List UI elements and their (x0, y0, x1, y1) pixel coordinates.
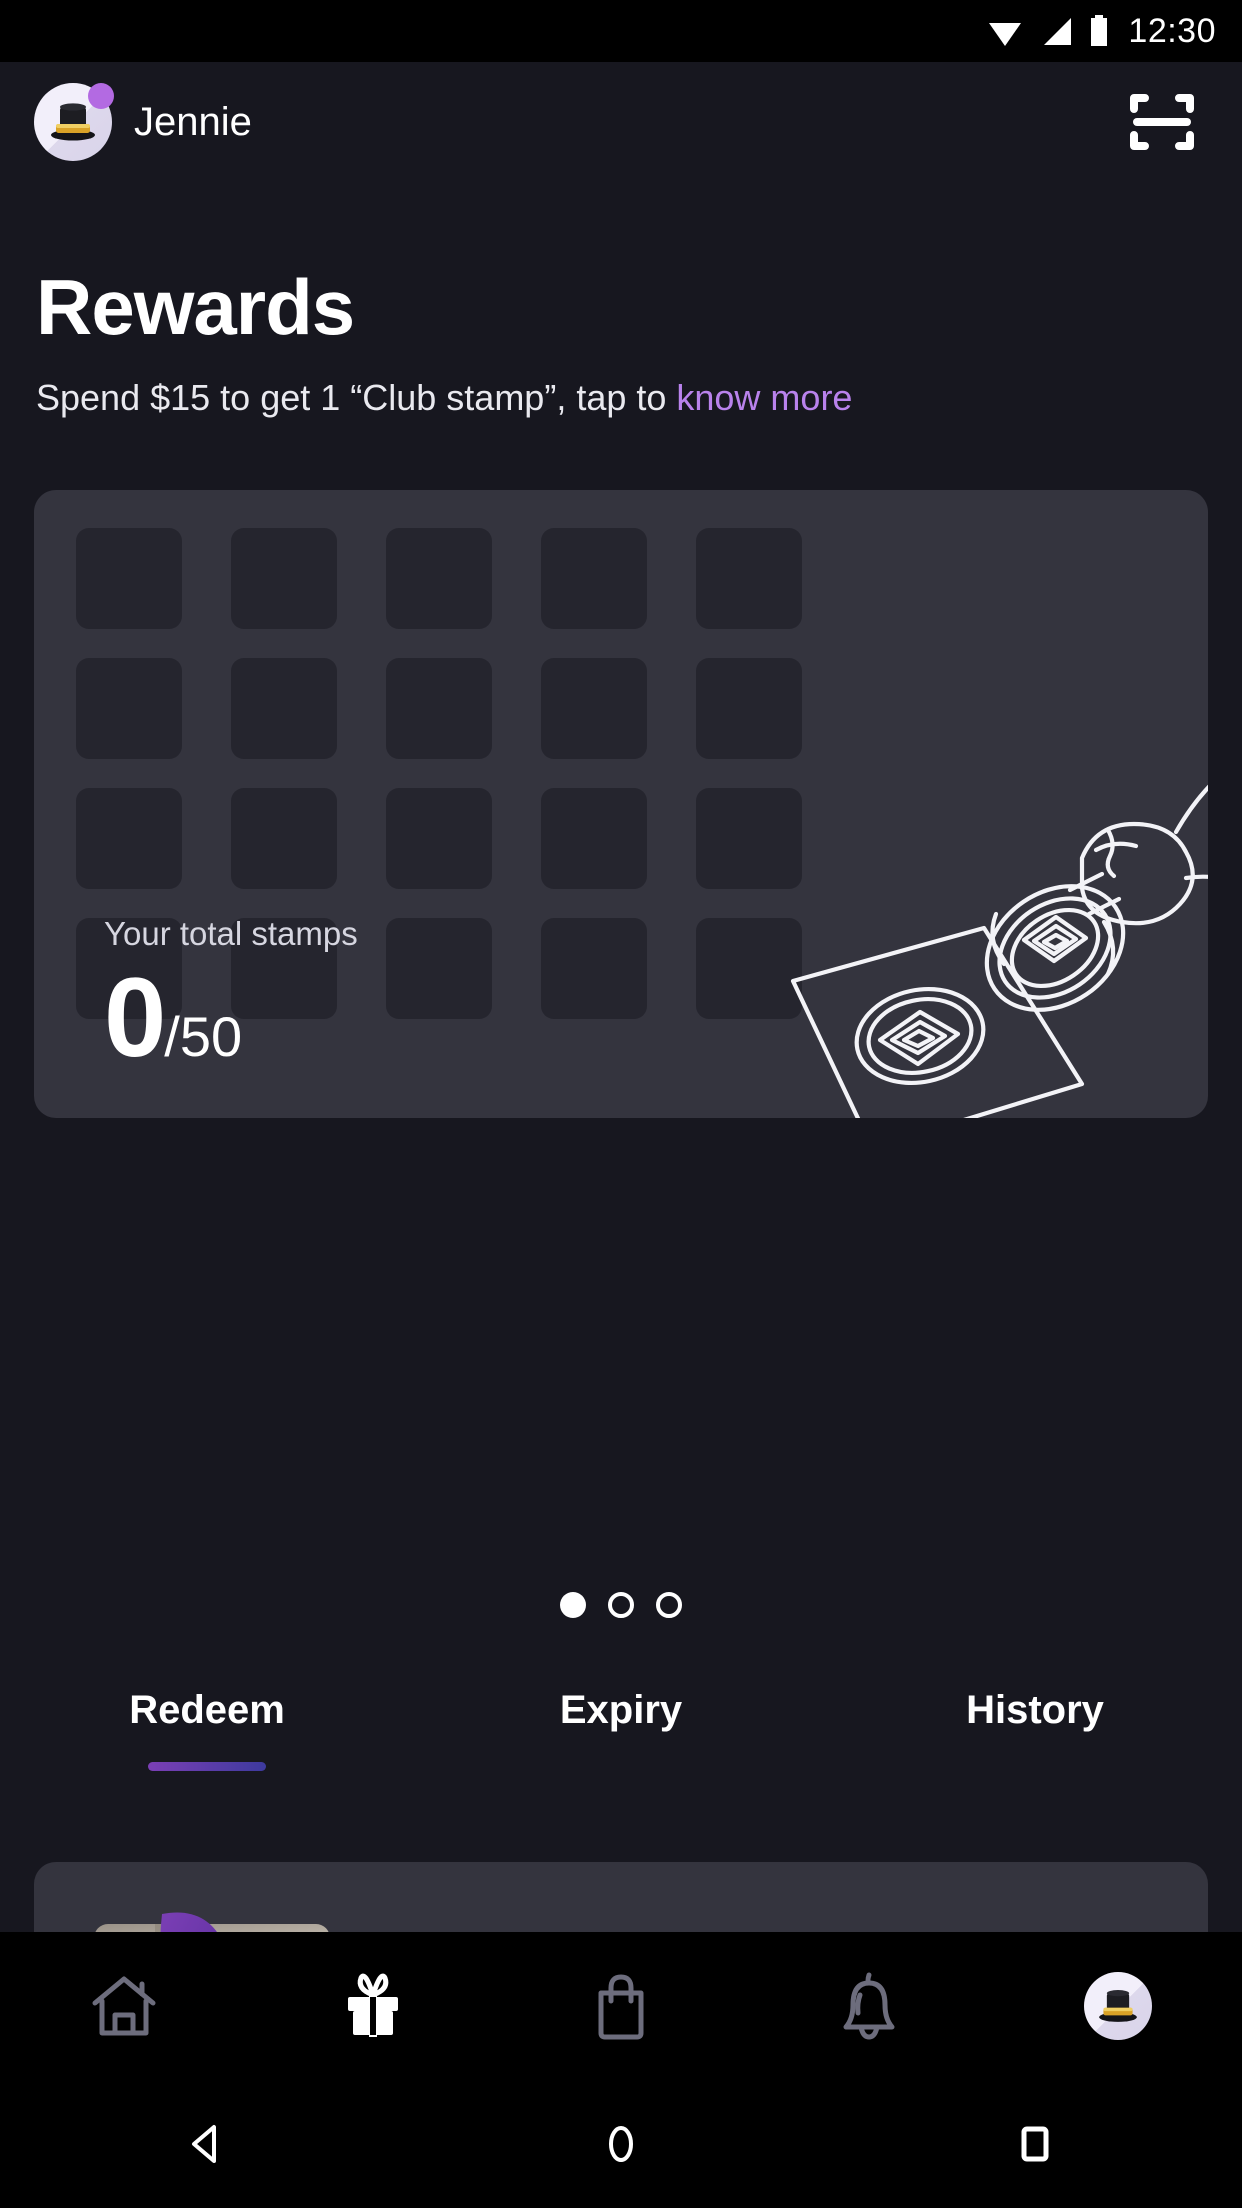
total-stamps-label: Your total stamps (104, 915, 358, 953)
stamp-slot (541, 528, 647, 629)
stamp-slot (76, 658, 182, 759)
recents-button-icon (1021, 2126, 1049, 2162)
back-button-icon (192, 2125, 216, 2163)
tab-active-underline (976, 1762, 1094, 1771)
app-header: Jennie (0, 62, 1242, 182)
stamp-card[interactable]: Your total stamps 0 /50 (34, 490, 1208, 1118)
nav-profile[interactable] (994, 1972, 1242, 2040)
profile-avatar-icon (1083, 1972, 1152, 2040)
stamp-slot (541, 918, 647, 1019)
stamp-slot (696, 788, 802, 889)
wifi-icon (989, 23, 1022, 46)
barcode-scan-icon (1130, 94, 1194, 150)
bell-icon (843, 1972, 895, 2040)
android-navigation-bar (0, 2080, 1242, 2208)
stamp-slot (231, 528, 337, 629)
stamp-slot (386, 528, 492, 629)
total-stamps-value: 0 /50 (104, 955, 358, 1081)
carousel-dot-1[interactable] (560, 1592, 586, 1618)
nav-notifications[interactable] (745, 1967, 993, 2045)
battery-icon (1091, 15, 1108, 46)
total-stamps-block: Your total stamps 0 /50 (104, 915, 358, 1081)
page-subtitle[interactable]: Spend $15 to get 1 “Club stamp”, tap to … (36, 375, 852, 420)
stamp-slot (541, 658, 647, 759)
user-name: Jennie (134, 100, 252, 144)
notification-dot-icon (88, 83, 114, 109)
home-icon (92, 1976, 156, 2036)
nav-shop[interactable] (497, 1967, 745, 2045)
barcode-scan-button[interactable] (1116, 76, 1208, 168)
status-bar: 12:30 (0, 0, 1242, 62)
carousel-dot-3[interactable] (656, 1592, 682, 1618)
android-home-button[interactable] (414, 2115, 828, 2173)
app-screen: 12:30 Jennie Rewards Spend $15 to get 1 … (0, 0, 1242, 2208)
stamps-count: 0 (104, 955, 166, 1081)
page-title: Rewards (36, 263, 355, 351)
status-bar-time: 12:30 (1128, 12, 1216, 50)
cellular-signal-icon (1044, 18, 1072, 45)
tab-expiry[interactable]: Expiry (414, 1690, 828, 1771)
tab-label: Redeem (129, 1688, 285, 1732)
tab-active-underline (562, 1762, 680, 1771)
android-recents-button[interactable] (828, 2115, 1242, 2173)
nav-rewards[interactable] (248, 1967, 496, 2045)
stamps-max: /50 (164, 1005, 243, 1069)
subtitle-text: Spend $15 to get 1 “Club stamp”, tap to (36, 377, 677, 418)
stamp-slot (696, 528, 802, 629)
know-more-link[interactable]: know more (676, 377, 852, 418)
tab-label: Expiry (559, 1688, 683, 1732)
stamp-slot (231, 658, 337, 759)
tab-redeem[interactable]: Redeem (0, 1690, 414, 1771)
stamp-slot (386, 658, 492, 759)
android-back-button[interactable] (0, 2115, 414, 2173)
nav-home[interactable] (0, 1967, 248, 2045)
shopping-bag-icon (598, 1974, 644, 2040)
stamp-slot (76, 788, 182, 889)
stamp-slot (76, 528, 182, 629)
rubber-stamp-illustration-icon (790, 784, 1208, 1118)
stamp-slot (696, 658, 802, 759)
user-profile-button[interactable]: Jennie (34, 83, 252, 161)
home-button-icon (609, 2126, 633, 2162)
carousel-dots[interactable] (0, 1592, 1242, 1618)
stamp-slot (696, 918, 802, 1019)
tab-active-underline (148, 1762, 266, 1771)
stamp-slot (541, 788, 647, 889)
stamp-slot (231, 788, 337, 889)
stamp-slot (386, 918, 492, 1019)
carousel-dot-2[interactable] (608, 1592, 634, 1618)
tab-label: History (966, 1688, 1104, 1732)
avatar[interactable] (34, 83, 114, 161)
bottom-navigation (0, 1932, 1242, 2080)
stamp-slot (386, 788, 492, 889)
tab-history[interactable]: History (828, 1690, 1242, 1771)
tab-bar: Redeem Expiry History (0, 1690, 1242, 1771)
gift-icon (347, 1973, 398, 2037)
